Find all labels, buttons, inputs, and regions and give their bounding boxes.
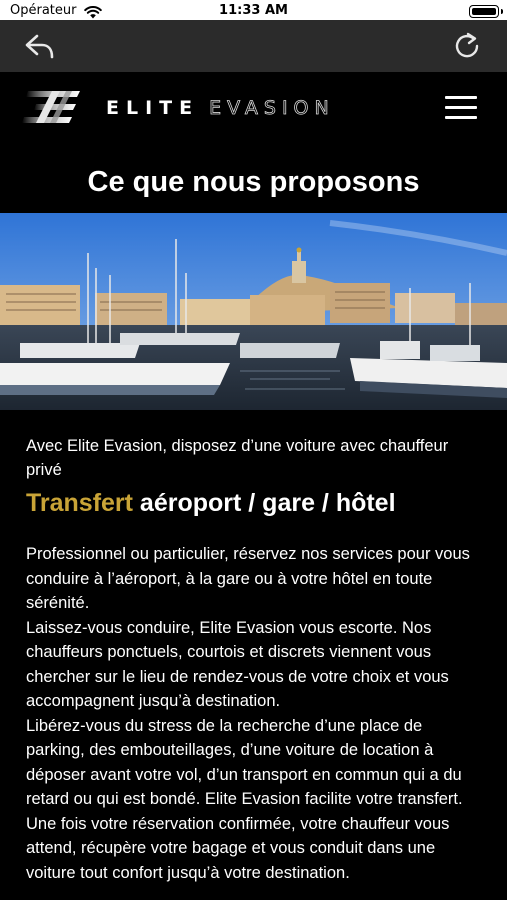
paragraph: Libérez-vous du stress de la recherche d… <box>26 716 463 882</box>
status-bar: Opérateur 11:33 AM <box>0 0 507 20</box>
logo-text-elite: ELITE <box>106 97 200 119</box>
logo-text-evasion: EVASION <box>209 97 335 120</box>
paragraph: Professionnel ou particulier, réservez n… <box>26 545 470 612</box>
logo-mark-icon <box>22 91 80 123</box>
page-title: Ce que nous proposons <box>87 166 420 198</box>
menu-line <box>445 116 477 119</box>
site-logo[interactable]: ELITE EVASION <box>22 88 335 128</box>
main-content: Avec Elite Evasion, disposez d’une voitu… <box>26 434 484 885</box>
hero-image <box>0 213 507 410</box>
reload-icon <box>455 32 479 58</box>
heading-highlight: Transfert <box>26 489 133 517</box>
hamburger-menu-icon[interactable] <box>445 96 477 120</box>
battery-icon <box>469 5 503 18</box>
paragraph: Laissez-vous conduire, Elite Evasion vou… <box>26 618 449 711</box>
intro-text: Avec Elite Evasion, disposez d’une voitu… <box>26 437 449 479</box>
body-text: Professionnel ou particulier, réservez n… <box>26 542 484 885</box>
back-arrow-icon <box>25 34 54 59</box>
back-button[interactable] <box>22 28 58 64</box>
menu-line <box>445 96 477 99</box>
heading-rest: aéroport / gare / hôtel <box>132 489 396 517</box>
clock-time: 11:33 AM <box>219 3 288 18</box>
app-toolbar <box>0 20 507 72</box>
section-heading: Transfert aéroport / gare / hôtel <box>26 488 484 518</box>
site-header: ELITE EVASION <box>0 72 507 144</box>
menu-line <box>445 106 477 109</box>
reload-button[interactable] <box>449 28 485 64</box>
